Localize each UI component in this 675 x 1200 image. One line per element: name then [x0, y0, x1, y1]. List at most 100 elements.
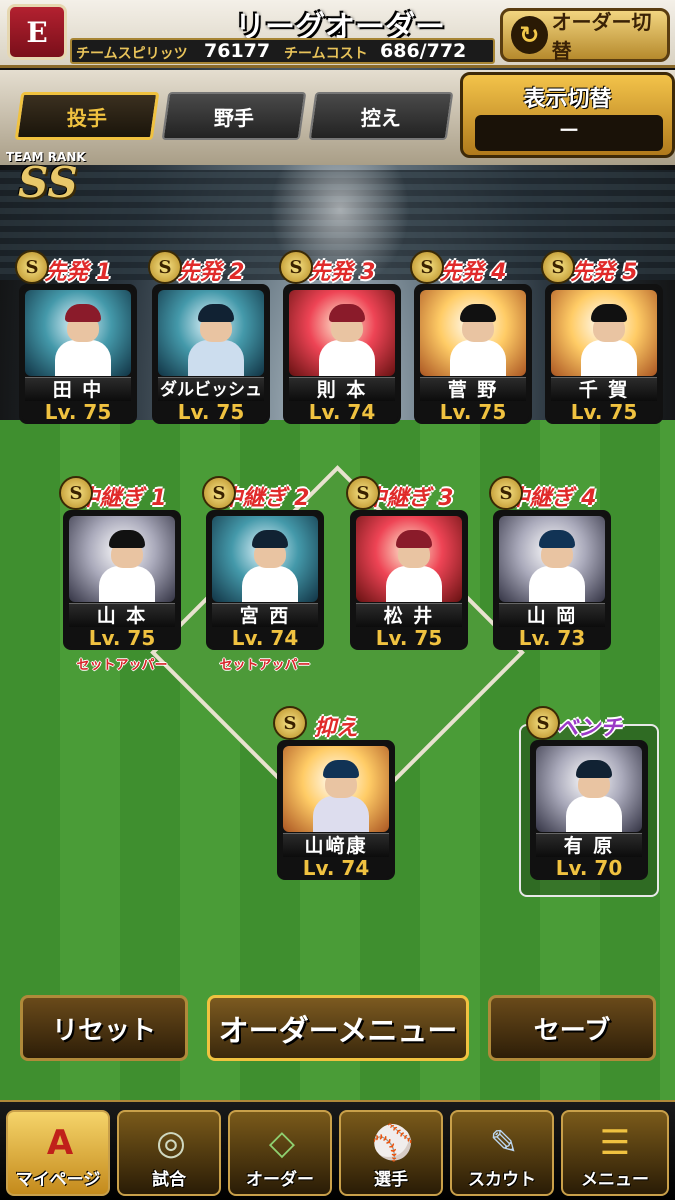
- team-cost-value: 686/772: [380, 40, 467, 62]
- display-toggle-value: －: [475, 115, 663, 151]
- rarity-s-badge-icon: S: [59, 476, 93, 510]
- reliever-slot-2[interactable]: 中継ぎ 2 宮 西 Lv. 74 セットアッパー S: [202, 476, 324, 673]
- display-toggle-button[interactable]: 表示切替 －: [460, 72, 675, 158]
- player-level: Lv. 73: [518, 626, 586, 650]
- player-card[interactable]: 宮 西 Lv. 74: [206, 510, 324, 650]
- player-photo: [499, 516, 605, 602]
- switch-order-button[interactable]: ↻ オーダー切替: [500, 8, 670, 63]
- player-name: 有 原: [536, 833, 642, 857]
- nav-label: オーダー: [246, 1170, 314, 1190]
- sub-role-label: セットアッパー: [76, 658, 168, 673]
- nav-menu[interactable]: ☰ メニュー: [561, 1110, 669, 1196]
- starter-slot-2[interactable]: 先発 2 ダルビッシュ Lv. 75 S: [148, 250, 270, 424]
- player-name: 千 賀: [551, 377, 657, 401]
- tab-fielder[interactable]: 野手: [161, 92, 307, 140]
- nav-label: 選手: [374, 1170, 408, 1190]
- player-photo: [551, 290, 657, 376]
- rarity-s-badge-icon: S: [410, 250, 444, 284]
- player-card[interactable]: 田 中 Lv. 75: [19, 284, 137, 424]
- nav-label: マイページ: [15, 1170, 101, 1190]
- player-name: 菅 野: [420, 377, 526, 401]
- player-level: Lv. 70: [555, 856, 623, 880]
- rarity-s-badge-icon: S: [273, 706, 307, 740]
- scout-icon: ✎: [489, 1123, 519, 1163]
- player-photo: [420, 290, 526, 376]
- rarity-s-badge-icon: S: [148, 250, 182, 284]
- player-name: 松 井: [356, 603, 462, 627]
- game-screen: E リーグオーダー チームスピリッツ 76177 チームコスト 686/772 …: [0, 0, 675, 1200]
- player-name: 山﨑康: [283, 833, 389, 857]
- player-photo: [25, 290, 131, 376]
- tab-pitcher[interactable]: 投手: [14, 92, 160, 140]
- team-rank: TEAM RANK SS: [6, 150, 96, 207]
- switch-order-label: オーダー切替: [551, 10, 652, 63]
- tab-fielder-label: 野手: [214, 105, 254, 130]
- team-spirit-value: 76177: [204, 40, 271, 62]
- player-card[interactable]: 山 岡 Lv. 73: [493, 510, 611, 650]
- player-name: 田 中: [25, 377, 131, 401]
- starter-slot-4[interactable]: 先発 4 菅 野 Lv. 75 S: [410, 250, 532, 424]
- player-level: Lv. 75: [88, 626, 156, 650]
- player-level: Lv. 75: [375, 626, 443, 650]
- rarity-s-badge-icon: S: [526, 706, 560, 740]
- player-card[interactable]: 則 本 Lv. 74: [283, 284, 401, 424]
- mypage-icon: A: [46, 1123, 74, 1163]
- reliever-slot-4[interactable]: 中継ぎ 4 山 岡 Lv. 73 S: [489, 476, 611, 650]
- save-button[interactable]: セーブ: [488, 995, 656, 1061]
- player-photo: [536, 746, 642, 832]
- field-icon: ◇: [268, 1123, 296, 1163]
- display-toggle-title: 表示切替: [523, 87, 612, 112]
- nav-label: スカウト: [468, 1170, 536, 1190]
- team-rank-value: SS: [18, 158, 78, 207]
- player-card[interactable]: 千 賀 Lv. 75: [545, 284, 663, 424]
- player-card[interactable]: 山 本 Lv. 75: [63, 510, 181, 650]
- order-menu-button[interactable]: オーダーメニュー: [207, 995, 469, 1061]
- player-icon: ⚾: [371, 1123, 415, 1163]
- reliever-slot-1[interactable]: 中継ぎ 1 山 本 Lv. 75 セットアッパー S: [59, 476, 181, 673]
- player-card[interactable]: 松 井 Lv. 75: [350, 510, 468, 650]
- player-name: ダルビッシュ: [158, 377, 264, 401]
- rarity-s-badge-icon: S: [541, 250, 575, 284]
- player-card[interactable]: ダルビッシュ Lv. 75: [152, 284, 270, 424]
- bench-slot[interactable]: ベンチ 有 原 Lv. 70 S: [526, 706, 648, 880]
- team-spirit-label: チームスピリッツ: [76, 46, 188, 62]
- player-photo: [158, 290, 264, 376]
- rarity-s-badge-icon: S: [15, 250, 49, 284]
- closer-slot[interactable]: 抑え 山﨑康 Lv. 74 S: [273, 706, 395, 880]
- player-card[interactable]: 菅 野 Lv. 75: [414, 284, 532, 424]
- refresh-icon: ↻: [511, 16, 548, 54]
- tab-pitcher-label: 投手: [67, 105, 107, 130]
- reset-button[interactable]: リセット: [20, 995, 188, 1061]
- starter-slot-3[interactable]: 先発 3 則 本 Lv. 74 S: [279, 250, 401, 424]
- player-level: Lv. 75: [439, 400, 507, 424]
- nav-label: メニュー: [581, 1170, 649, 1190]
- nav-mypage[interactable]: A マイページ: [6, 1110, 110, 1196]
- sub-role-label: セットアッパー: [219, 658, 311, 673]
- team-logo-text: E: [26, 15, 48, 49]
- player-card[interactable]: 山﨑康 Lv. 74: [277, 740, 395, 880]
- nav-scout[interactable]: ✎ スカウト: [450, 1110, 554, 1196]
- player-card[interactable]: 有 原 Lv. 70: [530, 740, 648, 880]
- starter-slot-5[interactable]: 先発 5 千 賀 Lv. 75 S: [541, 250, 663, 424]
- team-cost-label: チームコスト: [284, 46, 368, 62]
- player-photo: [283, 746, 389, 832]
- team-stats-bar: チームスピリッツ 76177 チームコスト 686/772: [70, 38, 495, 64]
- player-level: Lv. 75: [44, 400, 112, 424]
- rarity-s-badge-icon: S: [202, 476, 236, 510]
- player-photo: [69, 516, 175, 602]
- nav-order[interactable]: ◇ オーダー: [228, 1110, 332, 1196]
- bottom-navigation: A マイページ ◎ 試合 ◇ オーダー ⚾ 選手 ✎ スカウト ☰ メニュー: [0, 1100, 675, 1200]
- nav-game[interactable]: ◎ 試合: [117, 1110, 221, 1196]
- nav-label: 試合: [152, 1170, 186, 1190]
- nav-player[interactable]: ⚾ 選手: [339, 1110, 443, 1196]
- starter-slot-1[interactable]: 先発 1 田 中 Lv. 75 S: [15, 250, 137, 424]
- rarity-s-badge-icon: S: [489, 476, 523, 510]
- player-level: Lv. 75: [177, 400, 245, 424]
- player-name: 山 本: [69, 603, 175, 627]
- player-level: Lv. 75: [570, 400, 638, 424]
- reliever-slot-3[interactable]: 中継ぎ 3 松 井 Lv. 75 S: [346, 476, 468, 650]
- tab-reserve-label: 控え: [361, 105, 401, 130]
- tab-reserve[interactable]: 控え: [308, 92, 454, 140]
- player-name: 則 本: [289, 377, 395, 401]
- team-logo-icon[interactable]: E: [7, 4, 67, 60]
